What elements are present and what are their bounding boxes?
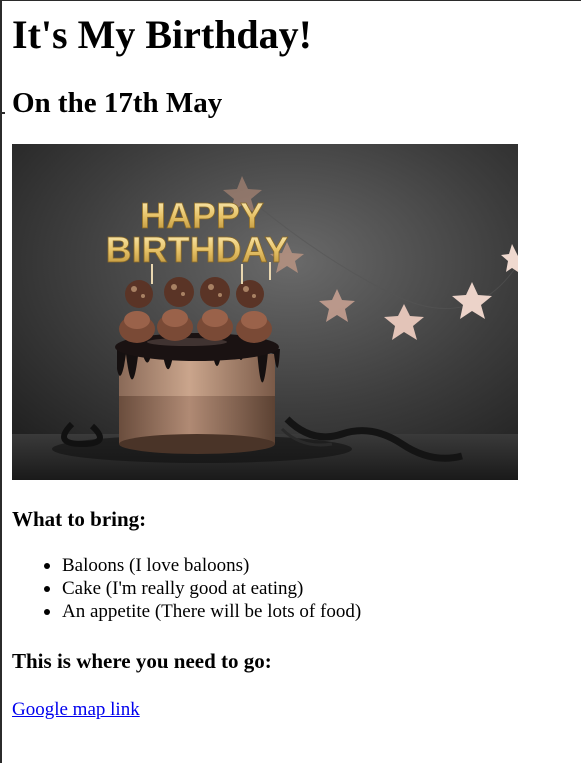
list-item: An appetite (There will be lots of food) xyxy=(43,601,362,622)
bring-list: Baloons (I love baloons) Cake (I'm reall… xyxy=(12,554,361,623)
birthday-cake-image: HAPPY BIRTHDAY xyxy=(12,144,518,480)
page-subtitle: On the 17th May xyxy=(12,87,223,119)
window-top-border xyxy=(0,0,581,1)
google-map-link[interactable]: Google map link xyxy=(12,698,140,721)
page-title: It's My Birthday! xyxy=(12,12,312,57)
location-heading: This is where you need to go: xyxy=(12,649,272,673)
window-border-notch xyxy=(0,112,5,114)
cake-topper-birthday: BIRTHDAY xyxy=(106,229,289,270)
window-left-border xyxy=(0,0,2,763)
what-to-bring-heading: What to bring: xyxy=(12,507,147,531)
list-item: Cake (I'm really good at eating) xyxy=(43,577,361,600)
list-item: Baloons (I love baloons) xyxy=(43,554,361,577)
